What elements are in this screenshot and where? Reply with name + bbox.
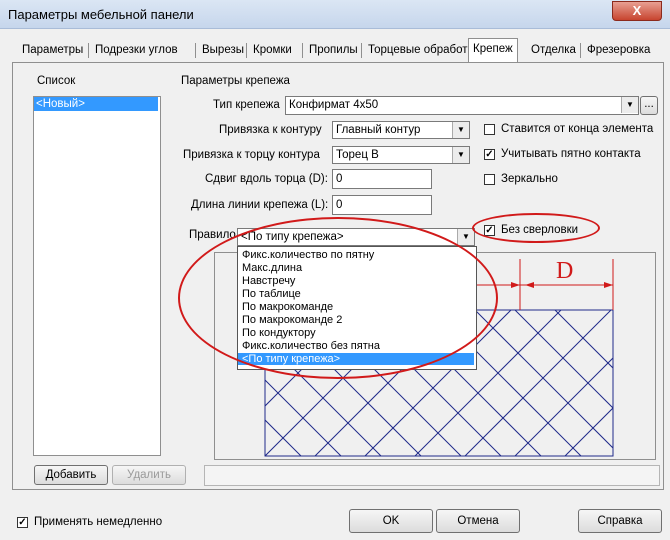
chevron-down-icon[interactable]: ▼ <box>452 122 469 138</box>
tab-strip: Параметры Подрезки углов Вырезы Кромки П… <box>12 38 662 64</box>
fastener-type-more-button[interactable]: ... <box>640 96 658 115</box>
dropdown-option-selected[interactable]: <По типу крепежа> <box>238 353 474 365</box>
tab-separator <box>580 43 581 58</box>
dropdown-option[interactable]: По макрокоманде 2 <box>238 314 474 326</box>
dropdown-option[interactable]: Навстречу <box>238 275 474 287</box>
contact-label: Учитывать пятно контакта <box>501 148 641 160</box>
list-item[interactable]: <Новый> <box>34 97 158 111</box>
tab-separator <box>88 43 89 58</box>
chevron-down-icon[interactable]: ▼ <box>457 229 474 245</box>
window-title: Параметры мебельной панели <box>8 7 194 22</box>
list-header: Список <box>37 75 76 87</box>
dimension-label: D <box>556 258 574 284</box>
mirror-checkbox[interactable] <box>484 174 495 185</box>
fastener-type-select[interactable]: Конфирмат 4x50 ▼ <box>285 96 639 115</box>
dropdown-option[interactable]: Макс.длина <box>238 262 474 274</box>
tab-milling[interactable]: Фрезеровка <box>583 40 654 60</box>
from-end-checkbox[interactable] <box>484 124 495 135</box>
chevron-down-icon[interactable]: ▼ <box>621 97 638 113</box>
tab-edges[interactable]: Кромки <box>249 40 296 60</box>
add-button[interactable]: Добавить <box>34 465 108 485</box>
shift-input[interactable]: 0 <box>332 169 432 189</box>
tab-parameters[interactable]: Параметры <box>18 40 87 60</box>
params-header: Параметры крепежа <box>181 75 290 87</box>
arrow-head-icon <box>525 282 534 288</box>
no-drill-label: Без сверловки <box>501 224 579 236</box>
chevron-down-icon[interactable]: ▼ <box>452 147 469 163</box>
tab-corner-cuts[interactable]: Подрезки углов <box>91 40 182 60</box>
rule-dropdown-list[interactable]: Фикс.количество по пятну Макс.длина Навс… <box>237 246 477 370</box>
length-input[interactable]: 0 <box>332 195 432 215</box>
arrow-head-icon <box>604 282 613 288</box>
rule-select[interactable]: <По типу крепежа> ▼ <box>237 228 475 246</box>
dropdown-option[interactable]: Фикс.количество по пятну <box>238 249 474 261</box>
tab-grooves[interactable]: Пропилы <box>305 40 362 60</box>
edge-binding-select[interactable]: Торец B ▼ <box>332 146 470 164</box>
fastener-type-label: Тип крепежа <box>213 99 280 111</box>
arrow-head-icon <box>511 282 520 288</box>
length-label: Длина линии крепежа (L): <box>191 199 329 211</box>
dropdown-option[interactable]: По макрокоманде <box>238 301 474 313</box>
contour-binding-value: Главный контур <box>336 124 421 136</box>
tab-end-processing[interactable]: Торцевые обработки <box>364 40 483 60</box>
dropdown-option[interactable]: По таблице <box>238 288 474 300</box>
tab-finishing[interactable]: Отделка <box>527 40 580 60</box>
delete-button[interactable]: Удалить <box>112 465 186 485</box>
shift-label: Сдвиг вдоль торца (D): <box>205 173 328 185</box>
dropdown-option[interactable]: По кондуктору <box>238 327 474 339</box>
from-end-label: Ставится от конца элемента <box>501 123 654 135</box>
status-field <box>204 465 660 486</box>
ok-button[interactable]: OK <box>349 509 433 533</box>
edge-binding-value: Торец B <box>336 149 379 161</box>
contour-binding-label: Привязка к контуру <box>219 124 322 136</box>
contact-checkbox[interactable]: ✓ <box>484 149 495 160</box>
tab-separator <box>302 43 303 58</box>
contour-binding-select[interactable]: Главный контур ▼ <box>332 121 470 139</box>
tab-cutouts[interactable]: Вырезы <box>198 40 248 60</box>
no-drill-checkbox[interactable]: ✓ <box>484 225 495 236</box>
cancel-button[interactable]: Отмена <box>436 509 520 533</box>
fastener-type-value: Конфирмат 4x50 <box>289 99 379 111</box>
tab-fasteners[interactable]: Крепеж <box>468 38 518 62</box>
dropdown-option[interactable]: Фикс.количество без пятна <box>238 340 474 352</box>
close-button[interactable]: X <box>612 1 662 21</box>
help-button[interactable]: Справка <box>578 509 662 533</box>
apply-now-checkbox[interactable]: ✓ <box>17 517 28 528</box>
fastener-list[interactable] <box>33 96 161 456</box>
tab-separator <box>195 43 196 58</box>
tab-separator <box>246 43 247 58</box>
rule-label: Правило <box>189 229 236 241</box>
rule-value: <По типу крепежа> <box>241 231 344 243</box>
mirror-label: Зеркально <box>501 173 558 185</box>
apply-now-label: Применять немедленно <box>34 516 163 528</box>
tab-separator <box>361 43 362 58</box>
edge-binding-label: Привязка к торцу контура <box>183 149 320 161</box>
